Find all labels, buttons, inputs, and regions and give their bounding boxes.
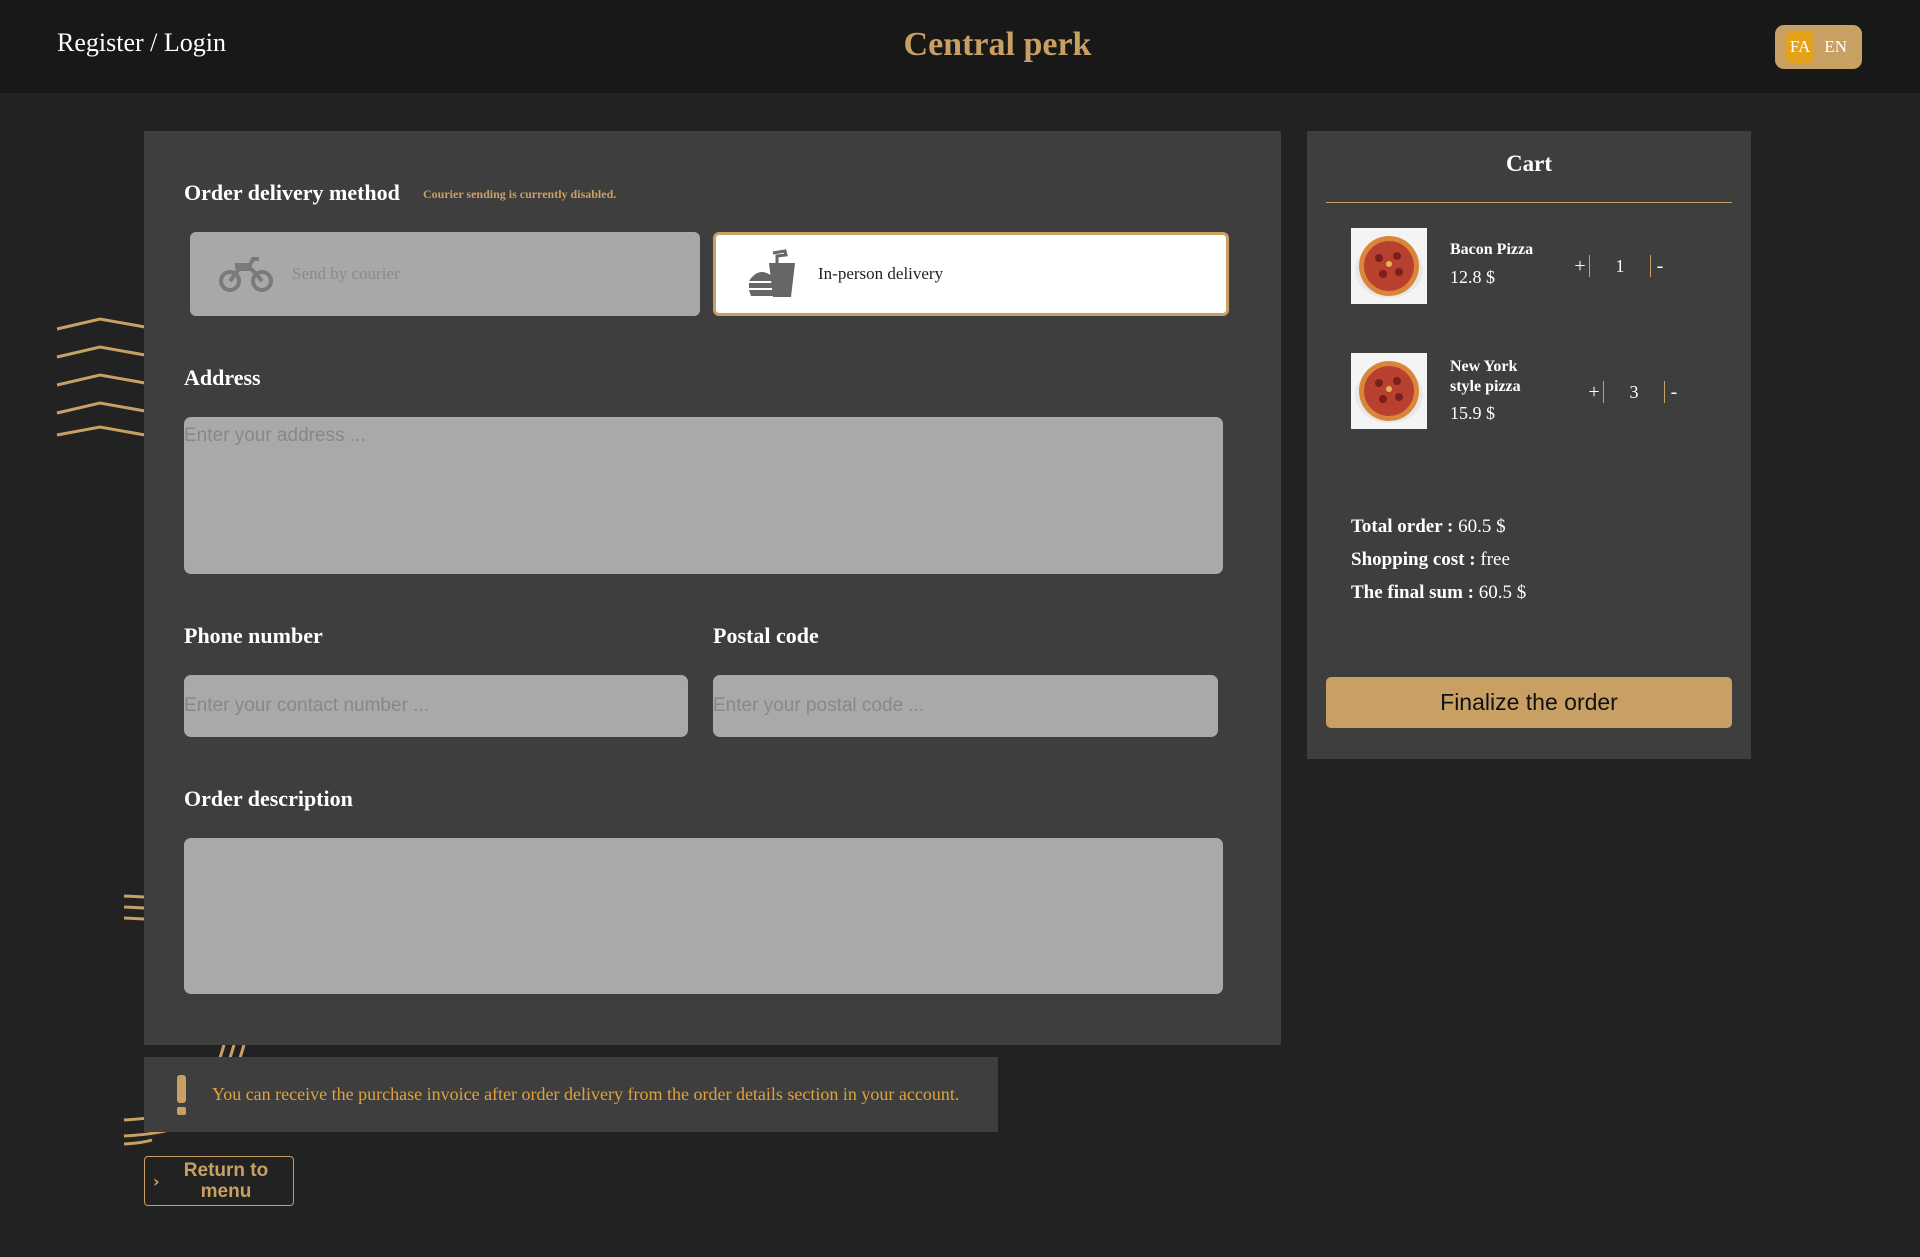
decrease-quantity-button[interactable]: - — [1651, 255, 1669, 278]
send-by-courier-option[interactable]: Send by courier — [190, 232, 700, 316]
motorcycle-icon — [218, 248, 274, 300]
order-description-input[interactable] — [184, 838, 1223, 994]
total-order-row: Total order : 60.5 $ — [1351, 516, 1506, 538]
quantity-stepper: + 1 - — [1571, 254, 1669, 278]
final-sum-value: 60.5 $ — [1478, 582, 1527, 603]
cart-item-name: New York style pizza — [1450, 358, 1521, 395]
pizza-thumbnail — [1351, 353, 1427, 429]
in-person-delivery-option[interactable]: In-person delivery — [713, 232, 1229, 316]
finalize-order-button[interactable]: Finalize the order — [1326, 677, 1732, 728]
return-to-menu-button[interactable]: › Return to menu — [144, 1156, 294, 1206]
chevron-right-icon: › — [153, 1171, 160, 1191]
send-by-courier-label: Send by courier — [292, 264, 400, 283]
order-description-label: Order description — [184, 786, 353, 811]
final-sum-label: The final sum : — [1351, 582, 1474, 603]
total-order-label: Total order : — [1351, 516, 1454, 537]
invoice-info-box: You can receive the purchase invoice aft… — [144, 1057, 998, 1132]
cart-panel: Cart Bacon Pizza 12.8 $ + 1 - New York s… — [1307, 131, 1751, 759]
phone-number-label: Phone number — [184, 623, 323, 648]
pizza-thumbnail — [1351, 228, 1427, 304]
quantity-value: 3 — [1629, 381, 1639, 402]
quantity-stepper: + 3 - — [1585, 380, 1683, 404]
increase-quantity-button[interactable]: + — [1571, 255, 1589, 278]
cart-title: Cart — [1506, 151, 1552, 176]
shipping-cost-row: Shopping cost : free — [1351, 549, 1510, 571]
decrease-quantity-button[interactable]: - — [1665, 381, 1683, 404]
order-form-panel: Order delivery method Courier sending is… — [144, 131, 1281, 1045]
increase-quantity-button[interactable]: + — [1585, 381, 1603, 404]
postal-code-label: Postal code — [713, 623, 819, 648]
lang-fa-button[interactable]: FA — [1785, 31, 1815, 63]
top-header: Register / Login Central perk FA EN — [0, 0, 1920, 93]
language-switcher: FA EN — [1775, 25, 1862, 69]
cart-item-price: 12.8 $ — [1450, 267, 1495, 287]
decorative-lines-mid — [124, 894, 145, 921]
total-order-value: 60.5 $ — [1458, 516, 1506, 537]
cart-item-name: Bacon Pizza — [1450, 241, 1534, 258]
cart-item-price: 15.9 $ — [1450, 403, 1495, 423]
cart-divider — [1326, 202, 1732, 203]
lang-en-button[interactable]: EN — [1820, 31, 1851, 63]
shipping-cost-value: free — [1480, 549, 1510, 570]
address-label: Address — [184, 365, 261, 390]
decorative-chevrons-left — [56, 317, 146, 437]
postal-code-input[interactable] — [713, 675, 1218, 737]
register-login-link[interactable]: Register / Login — [57, 28, 226, 58]
courier-disabled-notice: Courier sending is currently disabled. — [423, 187, 617, 201]
shipping-cost-label: Shopping cost : — [1351, 549, 1476, 570]
brand-title: Central perk — [903, 26, 1092, 63]
in-person-delivery-label: In-person delivery — [818, 264, 944, 283]
final-sum-row: The final sum : 60.5 $ — [1351, 582, 1526, 604]
invoice-info-text: You can receive the purchase invoice aft… — [212, 1084, 960, 1104]
phone-number-input[interactable] — [184, 675, 688, 737]
quantity-value: 1 — [1615, 255, 1625, 276]
return-to-menu-label: Return to menu — [183, 1160, 269, 1202]
delivery-method-title: Order delivery method — [184, 180, 400, 205]
exclamation-icon — [172, 1074, 190, 1115]
food-takeaway-icon — [744, 248, 800, 300]
address-input[interactable] — [184, 417, 1223, 574]
